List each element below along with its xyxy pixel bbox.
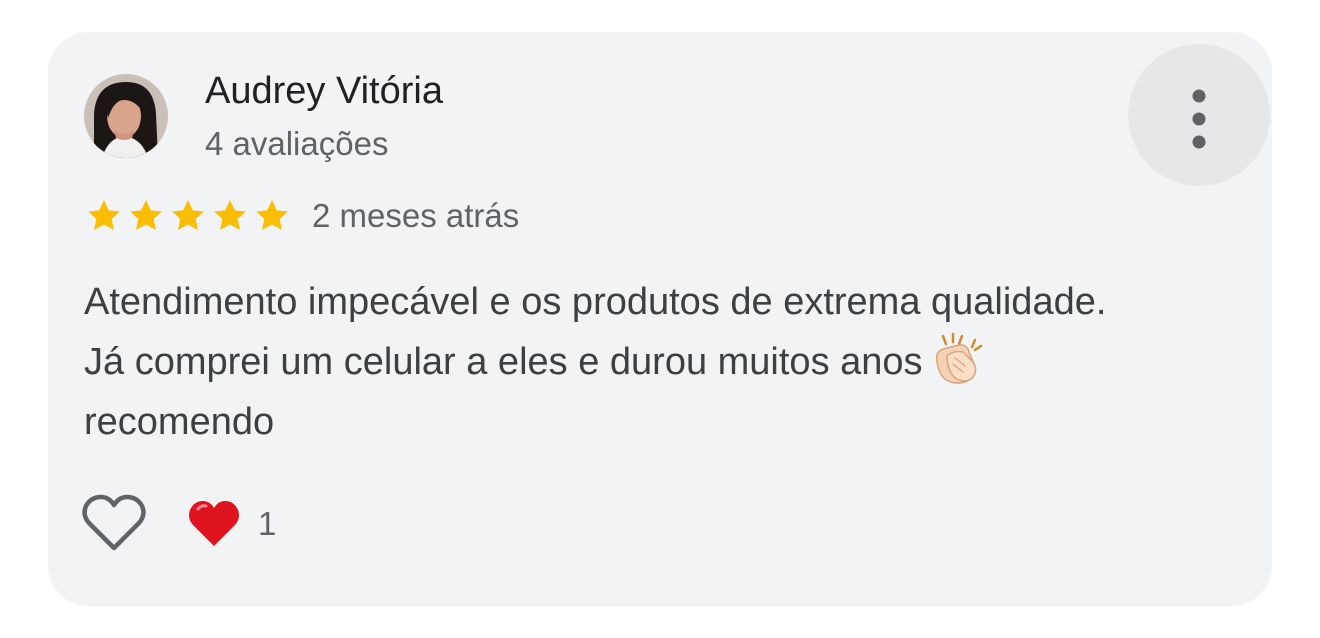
clapping-hands-icon	[935, 332, 982, 384]
avatar-image	[84, 74, 168, 158]
like-button[interactable]	[80, 492, 148, 554]
avatar[interactable]	[84, 74, 168, 158]
red-heart-icon	[189, 501, 239, 546]
author-review-count: 4 avaliações	[205, 125, 389, 162]
star-icon	[214, 200, 246, 230]
star-icon	[88, 200, 120, 230]
star-icon	[256, 200, 288, 230]
heart-outline-icon	[82, 494, 146, 551]
more-options-button[interactable]	[1128, 44, 1270, 186]
star-icon	[130, 200, 162, 230]
author-name[interactable]: Audrey Vitória	[205, 68, 443, 114]
review-text-fragment: Já comprei um celular a eles e durou mui…	[84, 341, 923, 383]
review-text-line: Já comprei um celular a eles e durou mui…	[84, 332, 1244, 392]
star-rating	[84, 196, 294, 236]
star-icon	[172, 200, 204, 230]
review-text-line: Atendimento impecável e os produtos de e…	[84, 281, 1107, 323]
reaction-summary[interactable]: 1	[186, 496, 276, 552]
review-text-line: recomendo	[84, 401, 275, 443]
review-time: 2 meses atrás	[312, 197, 520, 234]
review-text: Atendimento impecável e os produtos de e…	[84, 272, 1244, 452]
review-card: Audrey Vitória 4 avaliações 2 meses atrá…	[48, 32, 1272, 606]
reaction-count: 1	[258, 505, 277, 542]
more-vertical-icon	[1192, 89, 1206, 149]
